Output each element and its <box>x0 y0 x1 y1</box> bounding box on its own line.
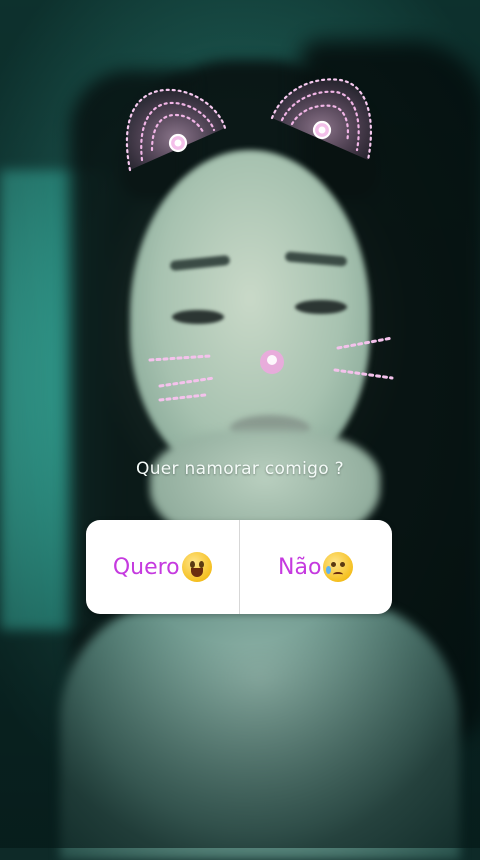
poll-option-yes-label: Quero <box>112 554 180 580</box>
cat-nose <box>260 350 284 374</box>
smiling-face-icon <box>181 552 212 582</box>
cat-face-filter <box>125 78 394 402</box>
left-cat-ear <box>125 88 227 172</box>
poll-option-no[interactable]: Não <box>240 520 393 614</box>
poll-option-yes[interactable]: Quero <box>86 520 239 614</box>
left-whiskers <box>148 354 216 402</box>
poll-sticker: Quero Não <box>86 520 392 614</box>
poll-option-no-label: Não <box>278 554 322 580</box>
right-whiskers <box>333 336 394 380</box>
right-cat-ear <box>270 78 372 162</box>
sad-face-icon <box>323 552 354 582</box>
story-question: Quer namorar comigo ? <box>136 459 344 479</box>
